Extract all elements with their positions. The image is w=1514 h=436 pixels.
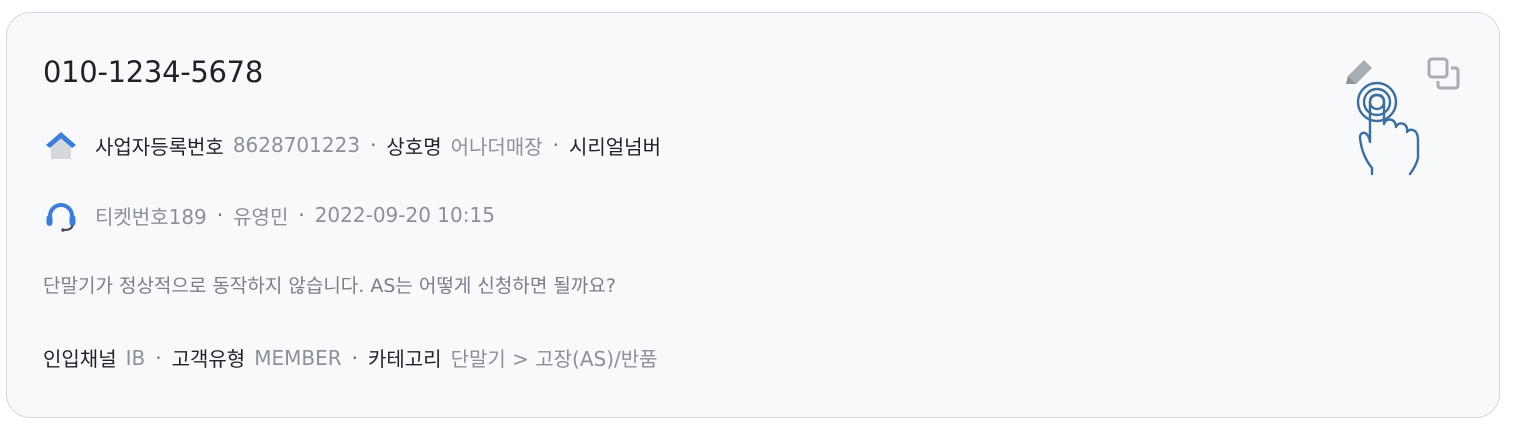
separator-dot: · xyxy=(155,345,162,370)
customer-type-label: 고객유형 xyxy=(171,347,246,371)
headset-icon xyxy=(43,197,79,233)
channel-label: 인입채널 xyxy=(43,347,117,371)
category-value: 단말기 > 고장(AS)/반품 xyxy=(450,347,658,371)
separator-dot: · xyxy=(216,203,224,227)
inquiry-message: 단말기가 정상적으로 동작하지 않습니다. AS는 어떻게 신청하면 될까요? xyxy=(43,275,616,297)
business-name-label: 상호명 xyxy=(386,134,442,159)
home-icon xyxy=(43,127,79,163)
ticket-agent: 유영민 xyxy=(233,204,289,229)
hand-pointer-icon xyxy=(1348,80,1424,178)
serial-number-label: 시리얼넘버 xyxy=(568,134,661,159)
separator-dot: · xyxy=(370,133,377,157)
phone-number: 010-1234-5678 xyxy=(43,55,263,89)
channel-value: IB xyxy=(125,345,146,370)
business-reg-value: 8628701223 xyxy=(232,133,361,157)
category-label: 카테고리 xyxy=(367,347,442,371)
ticket-card: 010-1234-5678 사업자등록번호 8628701223 · 상호명 어… xyxy=(6,12,1500,418)
business-reg-label: 사업자등록번호 xyxy=(95,134,224,159)
separator-dot: · xyxy=(298,203,305,227)
copy-icon xyxy=(1425,55,1461,95)
separator-dot: · xyxy=(351,345,358,370)
meta-info-row: 인입채널 IB · 고객유형 MEMBER · 카테고리 단말기 > 고장(AS… xyxy=(43,343,658,372)
ticket-number: 티켓번호189 xyxy=(95,204,207,229)
ticket-datetime: 2022-09-20 10:15 xyxy=(314,203,495,227)
separator-dot: · xyxy=(552,133,559,157)
business-name-value: 어나더매장 xyxy=(450,134,543,159)
customer-type-value: MEMBER xyxy=(254,345,342,370)
ticket-info-row: 티켓번호189 · 유영민 · 2022-09-20 10:15 xyxy=(43,197,495,233)
business-info-row: 사업자등록번호 8628701223 · 상호명 어나더매장 · 시리얼넘버 xyxy=(43,127,661,163)
copy-button[interactable] xyxy=(1423,55,1463,95)
